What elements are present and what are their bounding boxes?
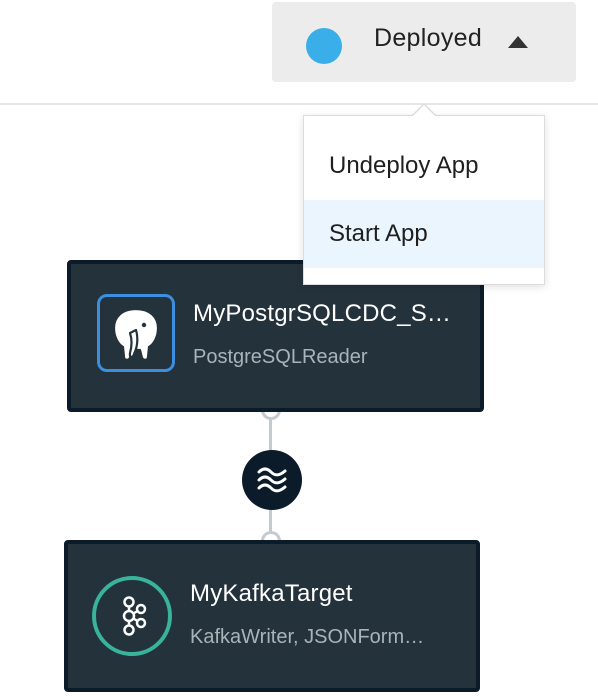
stream-waves-icon	[257, 467, 287, 493]
deployment-status-dropdown[interactable]: Deployed	[272, 2, 576, 82]
menu-item-undeploy-app[interactable]: Undeploy App	[304, 132, 544, 200]
target-node-title: MyKafkaTarget	[190, 580, 353, 607]
stream-node[interactable]	[242, 450, 302, 510]
menu-pointer-fill	[413, 105, 435, 116]
target-node-type: KafkaWriter, JSONForm…	[190, 626, 425, 648]
app-flow-page: Deployed Undeploy App Start App MyPostgr…	[0, 0, 598, 698]
deployment-actions-menu: Undeploy App Start App	[303, 115, 545, 285]
caret-up-icon	[508, 36, 528, 48]
toolbar-divider	[0, 103, 598, 105]
menu-item-start-app[interactable]: Start App	[304, 200, 544, 268]
source-node-title: MyPostgrSQLCDC_S…	[193, 300, 452, 327]
status-dot-icon	[306, 28, 342, 64]
status-label: Deployed	[374, 24, 483, 52]
postgresql-elephant-icon	[97, 294, 175, 372]
source-node-type: PostgreSQLReader	[193, 346, 368, 368]
target-node[interactable]: MyKafkaTarget KafkaWriter, JSONForm…	[64, 540, 480, 692]
kafka-icon	[92, 576, 172, 656]
